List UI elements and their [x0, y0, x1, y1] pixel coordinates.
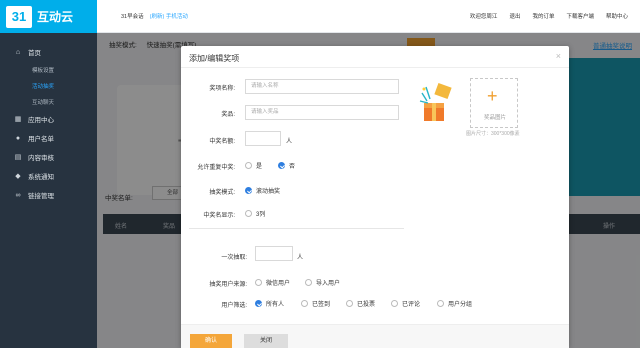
sidebar-item-label: 首页: [28, 50, 41, 57]
filter-signed-radio[interactable]: 已签到: [301, 299, 330, 308]
repeat-yes-radio[interactable]: 是: [245, 161, 262, 170]
prize-label: 奖品:: [221, 112, 235, 118]
close-button[interactable]: 关闭: [244, 334, 288, 348]
prize-input[interactable]: 请输入奖品: [245, 105, 399, 120]
radio-dot: [245, 210, 252, 217]
confirm-button[interactable]: 确认: [190, 334, 232, 348]
sidebar-item-label: 链接管理: [28, 193, 54, 200]
radio-dot: [391, 300, 398, 307]
sidebar-item-notify[interactable]: ◆ 系统通知: [0, 169, 97, 183]
prize-name-input[interactable]: 请输入名称: [245, 79, 399, 94]
sidebar: 31 互动云 ⌂ 首页 模板设置 活动抽奖 互动聊天 ▦ 应用中心 ● 用户名单…: [0, 0, 97, 348]
topbar: 31早会话 (刷新) 手机活动 欢迎您周江 退出 我的订单 下载客户端 帮助中心: [97, 0, 640, 33]
topbar-right: 欢迎您周江 退出 我的订单 下载客户端 帮助中心: [470, 12, 628, 20]
upload-label: 奖品图片: [483, 115, 506, 121]
filter-commented-radio[interactable]: 已评论: [391, 299, 420, 308]
orders-link[interactable]: 我的订单: [532, 12, 554, 20]
sidebar-sub-lottery[interactable]: 活动抽奖: [0, 80, 97, 92]
sidebar-sub-chat[interactable]: 互动聊天: [0, 96, 97, 108]
radio-label: 所有人: [266, 302, 285, 308]
radio-label: 否: [289, 164, 296, 170]
radio-label: 导入用户: [316, 281, 341, 287]
breadcrumb-link[interactable]: (刷新) 手机活动: [150, 12, 188, 20]
welcome-text: 欢迎您周江: [469, 14, 498, 20]
sidebar-menu: ⌂ 首页 模板设置 活动抽奖 互动聊天 ▦ 应用中心 ● 用户名单 ▤ 内容审核…: [0, 33, 97, 202]
radio-dot: [278, 162, 285, 169]
count-input[interactable]: [245, 131, 281, 146]
sidebar-item-home[interactable]: ⌂ 首页: [0, 45, 97, 59]
filter-group-radio[interactable]: 用户分组: [437, 299, 472, 308]
radio-dot: [255, 300, 262, 307]
filter-all-radio[interactable]: 所有人: [255, 299, 284, 308]
repeat-label: 允许重复中奖:: [197, 165, 235, 171]
image-upload[interactable]: + 奖品图片: [470, 78, 518, 128]
prize-modal: 添加/编辑奖项 × 奖项名称: 请输入名称 奖品: 请输入奖品 中奖名额: 人 …: [181, 46, 569, 348]
modal-title: 添加/编辑奖项: [189, 54, 240, 63]
mode-scroll-radio[interactable]: 滚动抽奖: [245, 186, 280, 195]
sidebar-item-users[interactable]: ● 用户名单: [0, 131, 97, 145]
logo-mark: 31: [6, 5, 32, 28]
gift-icon: [419, 82, 452, 121]
sidebar-item-label: 系统通知: [28, 174, 54, 181]
link-icon: ∞: [15, 191, 21, 199]
radio-label: 3列: [256, 212, 266, 218]
count-label: 中奖名额:: [209, 139, 235, 145]
modal-footer: [181, 324, 569, 348]
radio-label: 已投票: [357, 302, 376, 308]
radio-dot: [437, 300, 444, 307]
close-icon[interactable]: ×: [556, 51, 561, 61]
radio-dot: [346, 300, 353, 307]
radio-label: 已评论: [402, 302, 421, 308]
sidebar-item-label: 应用中心: [28, 117, 54, 124]
logo: 31 互动云: [0, 0, 97, 33]
radio-dot: [305, 279, 312, 286]
source-wechat-radio[interactable]: 微信用户: [255, 278, 290, 287]
divider: [181, 67, 569, 68]
radio-label: 滚动抽奖: [256, 189, 281, 195]
source-import-radio[interactable]: 导入用户: [305, 278, 340, 287]
radio-label: 是: [256, 164, 263, 170]
sidebar-item-apps[interactable]: ▦ 应用中心: [0, 112, 97, 126]
once-input[interactable]: [255, 246, 293, 261]
radio-dot: [245, 187, 252, 194]
display-3col-radio[interactable]: 3列: [245, 209, 265, 218]
logo-text: 互动云: [37, 10, 74, 24]
count-unit: 人: [286, 139, 293, 145]
radio-dot: [245, 162, 252, 169]
breadcrumb: 31早会话: [121, 14, 144, 20]
user-icon: ●: [15, 134, 21, 142]
sidebar-item-label: 内容审核: [28, 155, 54, 162]
radio-label: 用户分组: [448, 302, 473, 308]
plus-icon: +: [487, 86, 498, 106]
radio-dot: [255, 279, 262, 286]
upload-hint: 图片尺寸：300*300像素: [466, 131, 520, 137]
filter-voted-radio[interactable]: 已投票: [346, 299, 375, 308]
logout-link[interactable]: 退出: [509, 12, 520, 20]
display-label: 中奖名显示:: [203, 213, 235, 219]
radio-label: 微信用户: [266, 281, 291, 287]
once-label: 一次抽取:: [221, 255, 247, 261]
once-unit: 人: [297, 255, 304, 261]
review-icon: ▤: [14, 154, 22, 161]
home-icon: ⌂: [15, 48, 21, 56]
source-label: 抽奖用户来源:: [209, 282, 247, 288]
filter-label: 用户筛选:: [221, 303, 247, 309]
mode-label: 抽奖模式:: [209, 190, 235, 196]
repeat-no-radio[interactable]: 否: [278, 161, 295, 170]
prize-name-label: 奖项名称:: [209, 86, 235, 92]
bell-icon: ◆: [15, 173, 21, 180]
sidebar-item-review[interactable]: ▤ 内容审核: [0, 150, 97, 164]
sidebar-sub-template[interactable]: 模板设置: [0, 64, 97, 76]
page: 31 互动云 ⌂ 首页 模板设置 活动抽奖 互动聊天 ▦ 应用中心 ● 用户名单…: [0, 0, 640, 348]
radio-label: 已签到: [312, 302, 331, 308]
download-link[interactable]: 下载客户端: [566, 12, 594, 20]
divider: [189, 228, 404, 229]
radio-dot: [301, 300, 308, 307]
sidebar-item-label: 用户名单: [28, 136, 54, 143]
sidebar-item-links[interactable]: ∞ 链接管理: [0, 188, 97, 202]
help-link[interactable]: 帮助中心: [606, 12, 628, 20]
apps-icon: ▦: [14, 116, 22, 123]
